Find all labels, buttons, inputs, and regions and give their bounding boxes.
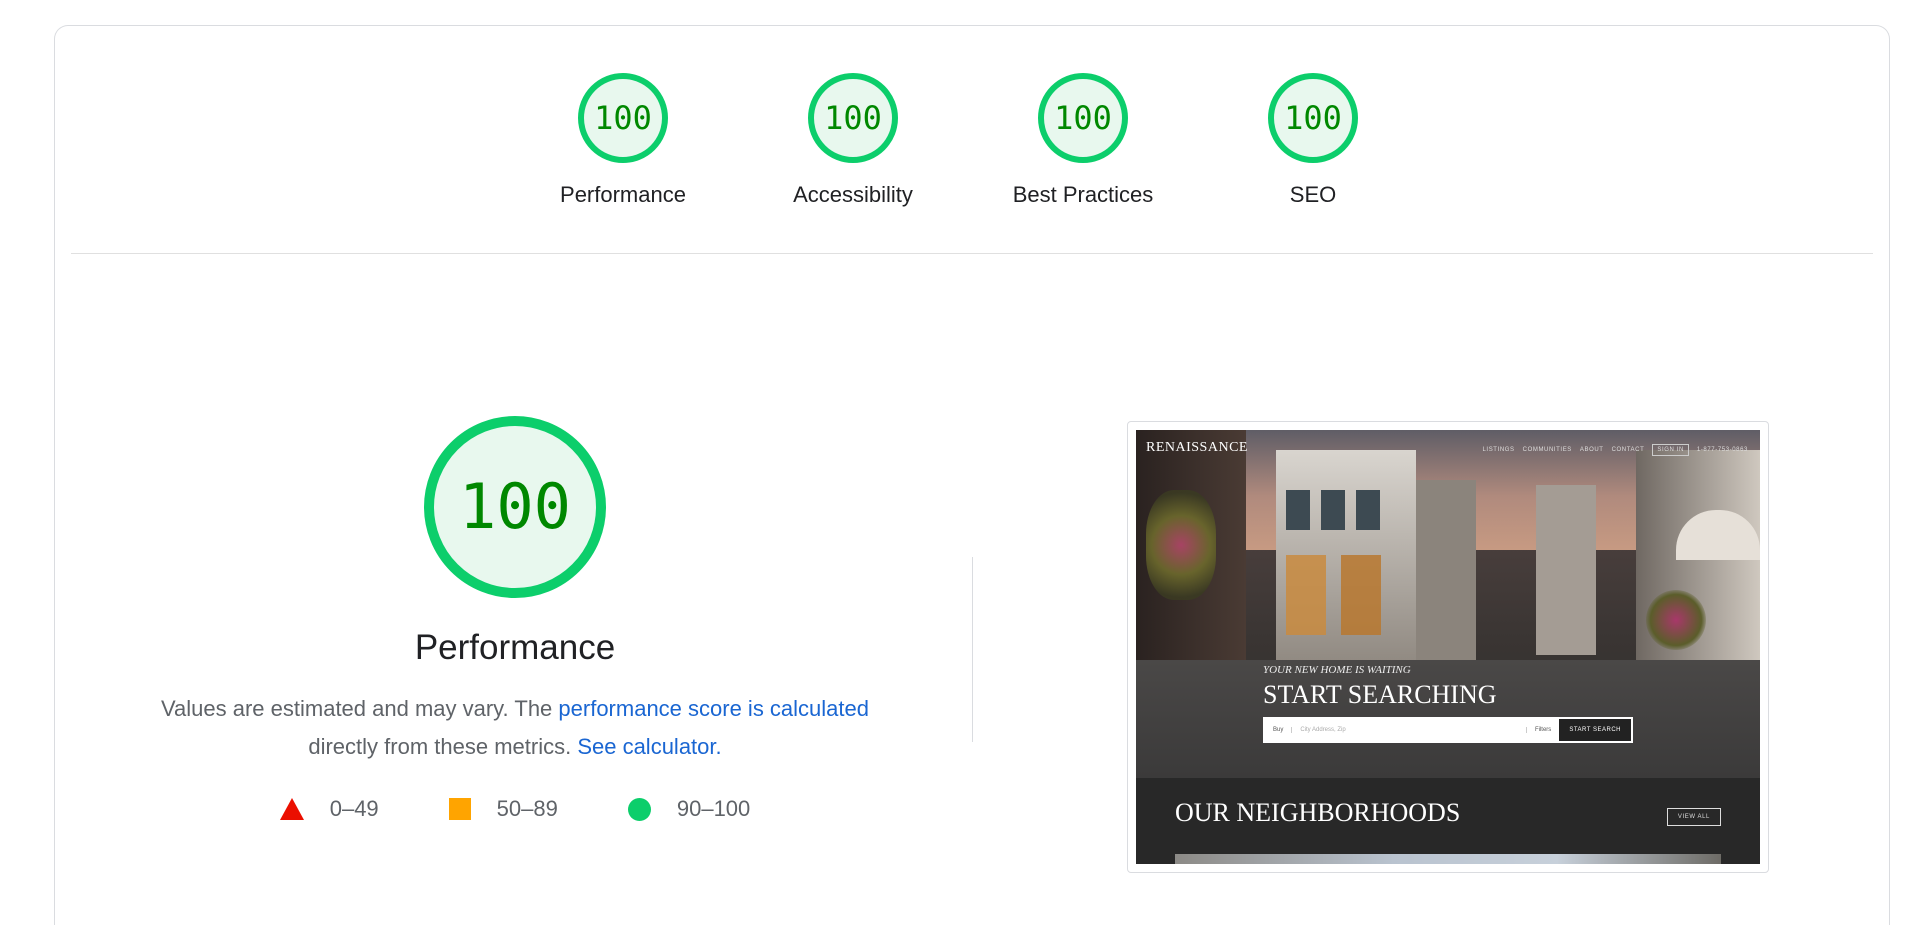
- neighborhoods-title: OUR NEIGHBORHOODS: [1175, 798, 1461, 827]
- lighthouse-report: 100 Performance 100 Accessibility 100 Be…: [54, 25, 1890, 925]
- nav-item: LISTINGS: [1482, 447, 1515, 453]
- category-gauges: 100 Performance 100 Accessibility 100 Be…: [55, 26, 1889, 254]
- search-filters: Filters: [1525, 727, 1559, 733]
- legend-pass: 90–100: [627, 796, 751, 822]
- vertical-divider: [972, 557, 973, 742]
- score-value: 100: [1054, 99, 1112, 137]
- score-ring-icon: 100: [1268, 73, 1358, 163]
- performance-description: Values are estimated and may vary. The p…: [115, 690, 915, 766]
- screenshot-tagline: YOUR NEW HOME IS WAITING: [1263, 664, 1411, 676]
- gauge-performance[interactable]: 100 Performance: [523, 72, 723, 208]
- desc-text: Values are estimated and may vary. The: [160, 696, 559, 721]
- score-ring-icon: 100: [808, 73, 898, 163]
- nav-signin: SIGN IN: [1652, 444, 1689, 456]
- screenshot-search-bar: Buy City Address, Zip Filters START SEAR…: [1263, 717, 1633, 743]
- score-calculated-link[interactable]: performance score is calculated: [558, 696, 869, 721]
- performance-section: 100 Performance Values are estimated and…: [55, 254, 1889, 934]
- desc-text: directly from these metrics.: [308, 734, 578, 759]
- search-button: START SEARCH: [1559, 719, 1631, 741]
- performance-summary: 100 Performance Values are estimated and…: [115, 414, 915, 822]
- legend-range: 90–100: [676, 796, 751, 821]
- search-type: Buy: [1265, 727, 1293, 733]
- gauge-label: Performance: [560, 182, 686, 207]
- legend-range: 0–49: [329, 796, 379, 821]
- page-screenshot-thumbnail: RENAISSANCE LISTINGS COMMUNITIES ABOUT C…: [1136, 430, 1760, 864]
- performance-score-ring-icon: 100: [424, 416, 606, 598]
- legend-average: 50–89: [448, 796, 558, 822]
- square-icon: [448, 798, 471, 820]
- gauge-label: Best Practices: [1012, 182, 1154, 207]
- circle-icon: [627, 797, 651, 821]
- score-value: 100: [824, 99, 882, 137]
- triangle-icon: [279, 798, 304, 820]
- score-legend: 0–49 50–89 90–100: [115, 796, 915, 822]
- legend-range: 50–89: [496, 796, 558, 821]
- neighborhood-images: [1175, 854, 1721, 864]
- screenshot-brand: RENAISSANCE: [1146, 440, 1248, 455]
- screenshot-neighborhoods: OUR NEIGHBORHOODS VIEW ALL: [1136, 778, 1760, 864]
- gauge-best-practices[interactable]: 100 Best Practices: [983, 72, 1183, 208]
- see-calculator-link[interactable]: See calculator.: [577, 734, 721, 759]
- screenshot-headline: START SEARCHING: [1263, 680, 1497, 709]
- score-ring-icon: 100: [578, 73, 668, 163]
- nav-phone: 1-877-753-0863: [1696, 447, 1748, 453]
- performance-score-value: 100: [459, 470, 571, 543]
- nav-item: COMMUNITIES: [1522, 447, 1572, 453]
- gauge-label: SEO: [1289, 182, 1337, 207]
- nav-item: ABOUT: [1579, 447, 1604, 453]
- search-placeholder: City Address, Zip: [1300, 727, 1346, 733]
- nav-item: CONTACT: [1611, 447, 1645, 453]
- score-ring-icon: 100: [1038, 73, 1128, 163]
- score-value: 100: [1284, 99, 1342, 137]
- screenshot-nav: LISTINGS COMMUNITIES ABOUT CONTACT SIGN …: [1483, 444, 1749, 456]
- view-all-button: VIEW ALL: [1666, 808, 1721, 826]
- final-screenshot[interactable]: RENAISSANCE LISTINGS COMMUNITIES ABOUT C…: [1127, 421, 1769, 873]
- score-value: 100: [594, 99, 652, 137]
- gauge-seo[interactable]: 100 SEO: [1213, 72, 1413, 208]
- performance-title: Performance: [414, 628, 616, 667]
- gauge-label: Accessibility: [793, 182, 913, 207]
- gauge-accessibility[interactable]: 100 Accessibility: [753, 72, 953, 208]
- legend-fail: 0–49: [279, 796, 379, 822]
